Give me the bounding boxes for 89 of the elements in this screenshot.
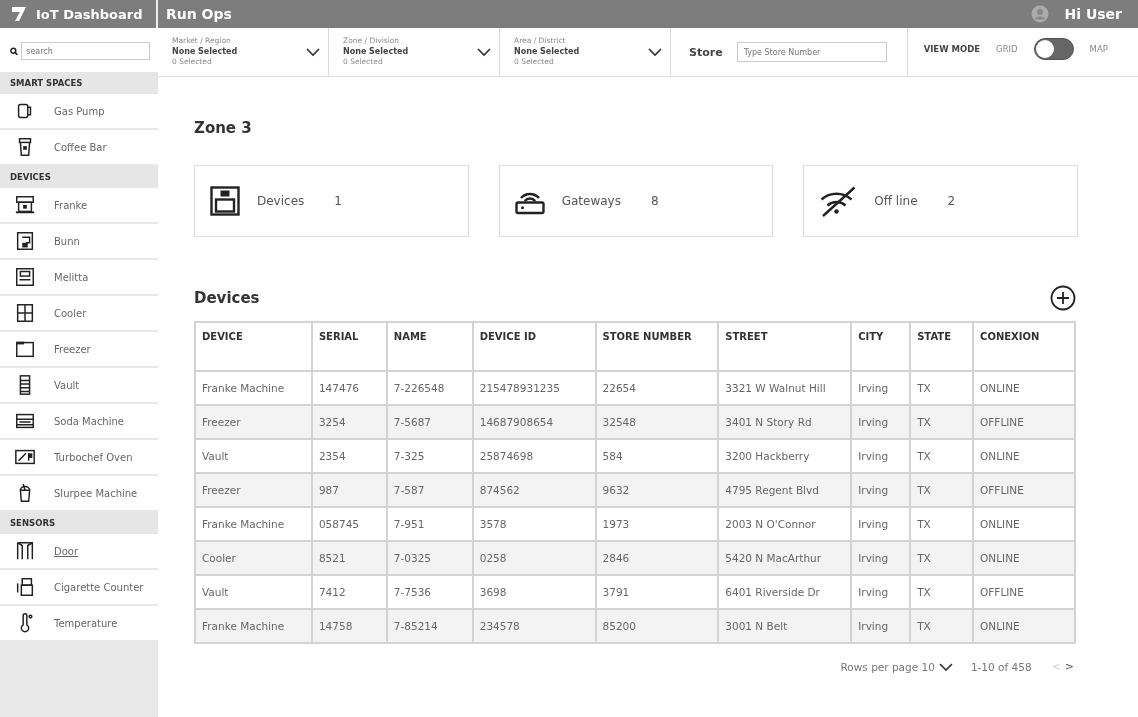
- table-cell: Irving: [851, 541, 911, 575]
- column-header: STATE: [910, 322, 974, 371]
- rows-per-page-dropdown[interactable]: Rows per page 10: [840, 660, 953, 673]
- table-cell: 4795 Regent Blvd: [718, 473, 852, 507]
- map-label: MAP: [1089, 44, 1108, 54]
- door-icon: [14, 540, 36, 562]
- sidebar-item[interactable]: Franke: [0, 188, 158, 224]
- stat-value: 8: [650, 194, 659, 208]
- page-title: Run Ops: [166, 6, 232, 22]
- sidebar-item[interactable]: Cooler: [0, 296, 158, 332]
- column-header: CITY: [851, 322, 911, 371]
- table-cell: 7-5687: [386, 405, 473, 439]
- table-cell: TX: [910, 473, 974, 507]
- table-cell: 234578: [472, 609, 596, 643]
- table-cell: ONLINE: [973, 541, 1075, 575]
- column-header: STREET: [718, 322, 852, 371]
- sidebar-item[interactable]: Vault: [0, 368, 158, 404]
- column-header: STORE NUMBER: [595, 322, 719, 371]
- table-cell: Irving: [851, 473, 911, 507]
- sidebar-item[interactable]: Soda Machine: [0, 404, 158, 440]
- table-cell: 7-587: [386, 473, 473, 507]
- table-cell: 9632: [595, 473, 719, 507]
- app-title: IoT Dashboard: [36, 6, 143, 22]
- view-mode-label: VIEW MODE: [923, 44, 981, 54]
- table-cell: 32548: [595, 405, 719, 439]
- sidebar-item[interactable]: Temperature: [0, 606, 158, 642]
- store-label: Store: [689, 45, 723, 59]
- table-cell: 8521: [311, 541, 387, 575]
- sidebar-item[interactable]: Cigarette Counter: [0, 570, 158, 606]
- logo-icon: [10, 5, 28, 23]
- cabinet-icon: [14, 302, 36, 324]
- column-header: CONEXION: [973, 322, 1075, 371]
- chevron-down-icon: [938, 661, 953, 672]
- table-cell: 7-85214: [386, 609, 473, 643]
- sidebar-item[interactable]: Slurpee Machine: [0, 476, 158, 512]
- column-header: DEVICE ID: [472, 322, 596, 371]
- table-cell: 14687908654: [472, 405, 596, 439]
- table-cell: 2846: [595, 541, 719, 575]
- sidebar-item[interactable]: Melitta: [0, 260, 158, 296]
- table-cell: 85200: [595, 609, 719, 643]
- table-cell: Cooler: [195, 541, 312, 575]
- sidebar-item[interactable]: Freezer: [0, 332, 158, 368]
- add-icon[interactable]: [1050, 285, 1076, 311]
- table-cell: 874562: [472, 473, 596, 507]
- table-cell: TX: [910, 609, 974, 643]
- chevron-down-icon: [648, 47, 662, 57]
- table-cell: 987: [311, 473, 387, 507]
- sidebar-item[interactable]: Turbochef Oven: [0, 440, 158, 476]
- sidebar-item[interactable]: Bunn: [0, 224, 158, 260]
- table-cell: Freezer: [195, 405, 312, 439]
- table-cell: Irving: [851, 609, 911, 643]
- column-header: DEVICE: [195, 322, 312, 371]
- search-field[interactable]: search: [21, 42, 150, 60]
- stat-label: Devices: [257, 194, 305, 208]
- table-cell: TX: [910, 541, 974, 575]
- grid-label: GRID: [996, 44, 1018, 54]
- page-range: 1-10 of 458: [970, 660, 1032, 673]
- table-cell: 7-0325: [386, 541, 473, 575]
- column-header: SERIAL: [311, 322, 387, 371]
- table-cell: 14758: [311, 609, 387, 643]
- table-cell: Irving: [851, 405, 911, 439]
- stat-label: Gateways: [561, 194, 621, 208]
- next-page-button[interactable]: >: [1062, 660, 1076, 673]
- table-cell: ONLINE: [973, 609, 1075, 643]
- stat-value: 1: [334, 194, 342, 208]
- stat-value: 2: [947, 194, 956, 208]
- table-cell: 5420 N MacArthur: [718, 541, 852, 575]
- table-cell: 3401 N Story Rd: [718, 405, 852, 439]
- zone-title: Zone 3: [194, 119, 253, 137]
- sidebar-item[interactable]: Gas Pump: [0, 94, 158, 130]
- table-cell: OFFLINE: [973, 473, 1075, 507]
- sidebar-item[interactable]: Door: [0, 534, 158, 570]
- user-greeting[interactable]: Hi User: [1064, 6, 1122, 22]
- section-title: Devices: [194, 289, 260, 307]
- view-mode-toggle[interactable]: [1033, 38, 1074, 60]
- table-cell: 3254: [311, 405, 387, 439]
- chevron-down-icon: [477, 47, 491, 57]
- store-number-field[interactable]: Type Store Number: [736, 42, 887, 62]
- table-cell: OFFLINE: [973, 405, 1075, 439]
- search-icon: [10, 46, 19, 56]
- table-cell: TX: [910, 405, 974, 439]
- chevron-down-icon: [306, 47, 320, 57]
- stat-label: Off line: [874, 194, 918, 208]
- table-cell: 3001 N Belt: [718, 609, 852, 643]
- sidebar-item[interactable]: Coffee Bar: [0, 130, 158, 166]
- table-cell: Franke Machine: [195, 609, 312, 643]
- column-header: NAME: [386, 322, 473, 371]
- table-cell: Freezer: [195, 473, 312, 507]
- table-cell: 0258: [472, 541, 596, 575]
